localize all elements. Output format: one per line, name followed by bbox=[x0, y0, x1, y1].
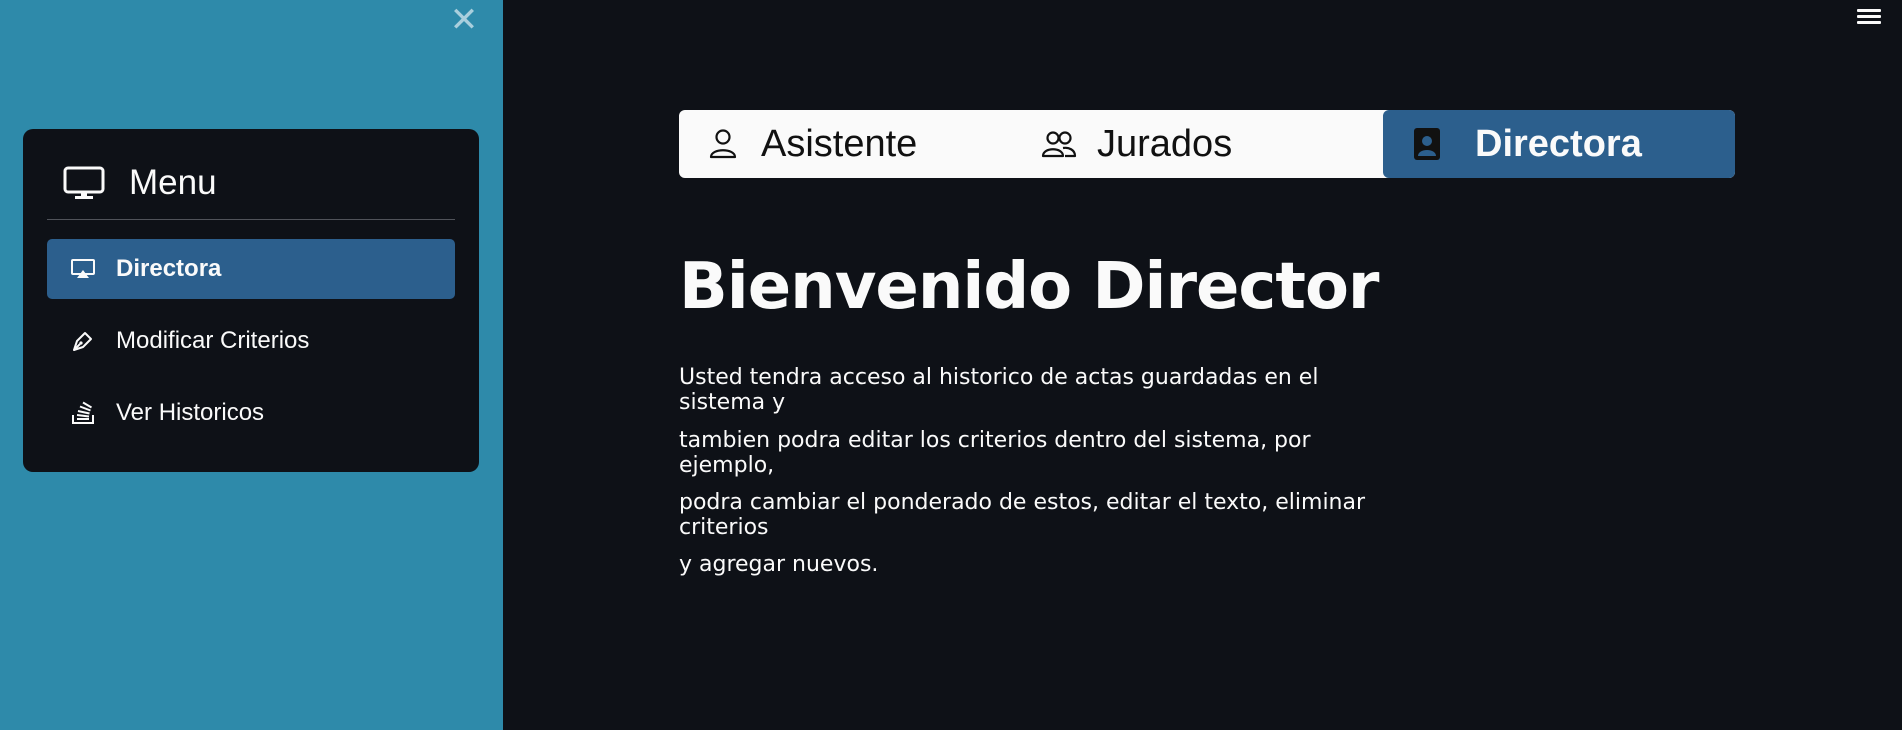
stack-icon bbox=[72, 401, 94, 424]
person-badge-icon bbox=[1414, 128, 1440, 160]
menu-item-modificar-criterios[interactable]: Modificar Criterios bbox=[47, 311, 455, 371]
menu-divider bbox=[47, 219, 455, 220]
menu-header: Menu bbox=[63, 157, 217, 209]
menu-item-label: Modificar Criterios bbox=[116, 327, 310, 354]
hamburger-line bbox=[1857, 9, 1881, 12]
tab-jurados[interactable]: Jurados bbox=[1031, 110, 1383, 178]
page-title: Bienvenido Director bbox=[679, 250, 1379, 324]
tab-asistente[interactable]: Asistente bbox=[679, 110, 1031, 178]
menu-item-label: Directora bbox=[116, 255, 222, 282]
tab-label: Asistente bbox=[761, 122, 918, 165]
role-tabbar: Asistente Jurados Directora bbox=[679, 110, 1735, 178]
welcome-text-line: tambien podra editar los criterios dentr… bbox=[679, 428, 1311, 478]
welcome-text-line: podra cambiar el ponderado de estos, edi… bbox=[679, 490, 1366, 540]
pen-icon bbox=[73, 332, 92, 351]
menu-item-ver-historicos[interactable]: Ver Historicos bbox=[47, 383, 455, 443]
sidebar: ✕ Menu Directora Modificar Criterios Ver… bbox=[0, 0, 503, 730]
close-sidebar-button[interactable]: ✕ bbox=[448, 3, 480, 37]
tab-label: Jurados bbox=[1097, 122, 1233, 165]
airplay-icon bbox=[71, 259, 95, 278]
monitor-icon bbox=[63, 166, 105, 199]
welcome-text-line: Usted tendra acceso al historico de acta… bbox=[679, 365, 1319, 415]
welcome-text-line: y agregar nuevos. bbox=[679, 552, 879, 577]
people-icon bbox=[1041, 131, 1077, 158]
menu-item-label: Ver Historicos bbox=[116, 399, 265, 426]
menu-item-directora[interactable]: Directora bbox=[47, 239, 455, 299]
tab-label: Directora bbox=[1475, 122, 1642, 165]
menu-title: Menu bbox=[129, 163, 217, 202]
person-icon bbox=[709, 129, 737, 159]
tab-directora[interactable]: Directora bbox=[1383, 110, 1735, 178]
menu-card: Menu Directora Modificar Criterios Ver H… bbox=[23, 129, 479, 472]
hamburger-line bbox=[1857, 15, 1881, 18]
hamburger-menu-button[interactable] bbox=[1857, 6, 1881, 28]
hamburger-line bbox=[1857, 21, 1881, 24]
